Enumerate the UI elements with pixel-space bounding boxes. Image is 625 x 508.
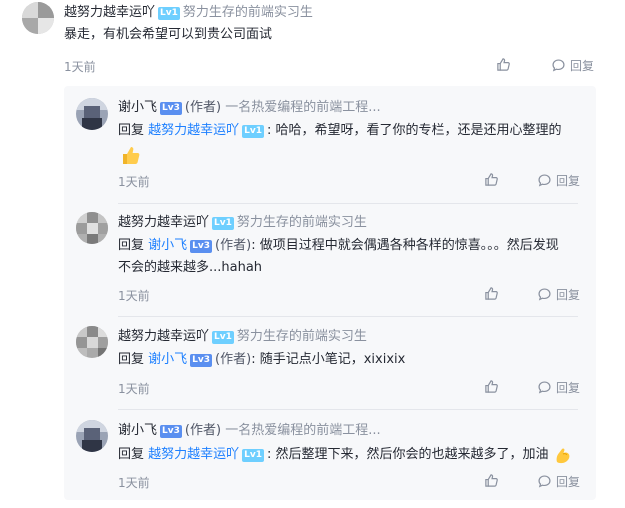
reply-header: 越努力越幸运吖 Lv1 努力生存的前端实习生 <box>118 325 367 344</box>
level-badge: Lv1 <box>212 217 234 230</box>
like-button[interactable] <box>496 57 511 72</box>
thumbs-up-icon <box>485 380 498 393</box>
reply-prefix: 回复 <box>118 238 145 253</box>
reply-body: : 随手记点小笔记，xixixix <box>251 352 406 367</box>
reply-text: 回复 越努力越幸运吖 Lv1: 然后整理下来，然后你会的也越来越多了，加油 <box>118 444 573 466</box>
comment-text: 暴走，有机会希望可以到贵公司面试 <box>64 27 273 42</box>
level-badge: Lv3 <box>190 240 213 253</box>
level-badge: Lv3 <box>190 354 213 367</box>
reply-label: 回复 <box>556 288 581 302</box>
avatar[interactable] <box>22 2 54 34</box>
like-button[interactable] <box>484 379 499 394</box>
comment-header: 越努力越幸运吖 Lv1 努力生存的前端实习生 <box>64 1 313 20</box>
reply-prefix: 回复 <box>118 123 145 138</box>
level-badge: Lv3 <box>160 102 182 115</box>
reply-label: 回复 <box>556 174 581 188</box>
reply-author[interactable]: 越努力越幸运吖 <box>118 329 209 344</box>
reply-prefix: 回复 <box>118 352 145 367</box>
thumbs-up-icon <box>485 173 498 186</box>
like-button[interactable] <box>484 172 499 187</box>
reply-target[interactable]: 越努力越幸运吖 <box>148 123 239 138</box>
thumbs-up-icon <box>485 287 498 300</box>
reply-bio: 一名热爱编程的前端工程... <box>225 423 381 438</box>
reply-time: 1天前 <box>118 175 150 189</box>
divider <box>118 203 578 204</box>
reply-target[interactable]: 谢小飞 <box>148 352 187 367</box>
reply-text-continued: 不会的越来越多...hahah <box>118 260 263 275</box>
author-tag: (作者) <box>215 238 252 253</box>
level-badge: Lv1 <box>158 7 180 20</box>
comment-icon <box>538 381 551 394</box>
like-button[interactable] <box>484 286 499 301</box>
reply-time: 1天前 <box>118 289 150 303</box>
level-badge: Lv3 <box>160 425 182 438</box>
reply-body: : 做项目过程中就会偶遇各种各样的惊喜。。。然后发现 <box>251 238 559 253</box>
reply-header: 谢小飞 Lv3 (作者) 一名热爱编程的前端工程... <box>118 96 381 115</box>
avatar[interactable] <box>76 212 108 244</box>
reply-target[interactable]: 谢小飞 <box>148 238 187 253</box>
reply-bio: 努力生存的前端实习生 <box>236 215 367 230</box>
author-tag: (作者) <box>184 100 222 115</box>
reply-time: 1天前 <box>118 382 150 396</box>
author-tag: (作者) <box>215 352 252 367</box>
avatar[interactable] <box>76 326 108 358</box>
thumbs-up-icon <box>497 58 510 71</box>
divider <box>118 316 578 317</box>
reply-bio: 努力生存的前端实习生 <box>236 329 367 344</box>
comment-icon <box>538 288 551 301</box>
comment-icon <box>552 59 565 72</box>
comment-icon <box>538 475 551 488</box>
comment-author[interactable]: 越努力越幸运吖 <box>64 5 155 20</box>
thumbs-up-icon <box>485 474 498 487</box>
reply-label: 回复 <box>556 381 581 395</box>
comment-icon <box>538 174 551 187</box>
reply-body: : 哈哈，希望呀，看了你的专栏，还是还用心整理的 <box>267 123 562 138</box>
thumbs-up-emoji-icon <box>120 144 142 170</box>
divider <box>118 409 578 410</box>
reply-text: 回复 越努力越幸运吖 Lv1: 哈哈，希望呀，看了你的专栏，还是还用心整理的 <box>118 120 562 142</box>
avatar[interactable] <box>76 420 108 452</box>
reply-prefix: 回复 <box>118 447 145 462</box>
like-button[interactable] <box>484 473 499 488</box>
reply-author[interactable]: 谢小飞 <box>118 100 157 115</box>
reply-body: : 然后整理下来，然后你会的也越来越多了，加油 <box>267 447 549 462</box>
reply-author[interactable]: 越努力越幸运吖 <box>118 215 209 230</box>
level-badge: Lv1 <box>242 125 265 138</box>
reply-text: 回复 谢小飞 Lv3 (作者): 做项目过程中就会偶遇各种各样的惊喜。。。然后发现 <box>118 235 559 257</box>
reply-button[interactable]: 回复 <box>551 57 594 74</box>
flexed-biceps-emoji-icon <box>553 445 573 465</box>
reply-button[interactable]: 回复 <box>537 172 580 189</box>
reply-button[interactable]: 回复 <box>537 473 580 490</box>
avatar[interactable] <box>76 98 108 130</box>
reply-author[interactable]: 谢小飞 <box>118 423 157 438</box>
reply-label: 回复 <box>570 59 595 73</box>
reply-time: 1天前 <box>118 476 150 490</box>
reply-target[interactable]: 越努力越幸运吖 <box>148 447 239 462</box>
reply-label: 回复 <box>556 475 581 489</box>
level-badge: Lv1 <box>242 449 265 462</box>
author-tag: (作者) <box>184 423 222 438</box>
reply-button[interactable]: 回复 <box>537 379 580 396</box>
reply-button[interactable]: 回复 <box>537 286 580 303</box>
comment-time: 1天前 <box>64 60 96 74</box>
reply-header: 谢小飞 Lv3 (作者) 一名热爱编程的前端工程... <box>118 419 381 438</box>
comment-bio: 努力生存的前端实习生 <box>182 5 313 20</box>
reply-text: 回复 谢小飞 Lv3 (作者): 随手记点小笔记，xixixix <box>118 349 405 371</box>
reply-header: 越努力越幸运吖 Lv1 努力生存的前端实习生 <box>118 211 367 230</box>
level-badge: Lv1 <box>212 331 234 344</box>
reply-bio: 一名热爱编程的前端工程... <box>225 100 381 115</box>
